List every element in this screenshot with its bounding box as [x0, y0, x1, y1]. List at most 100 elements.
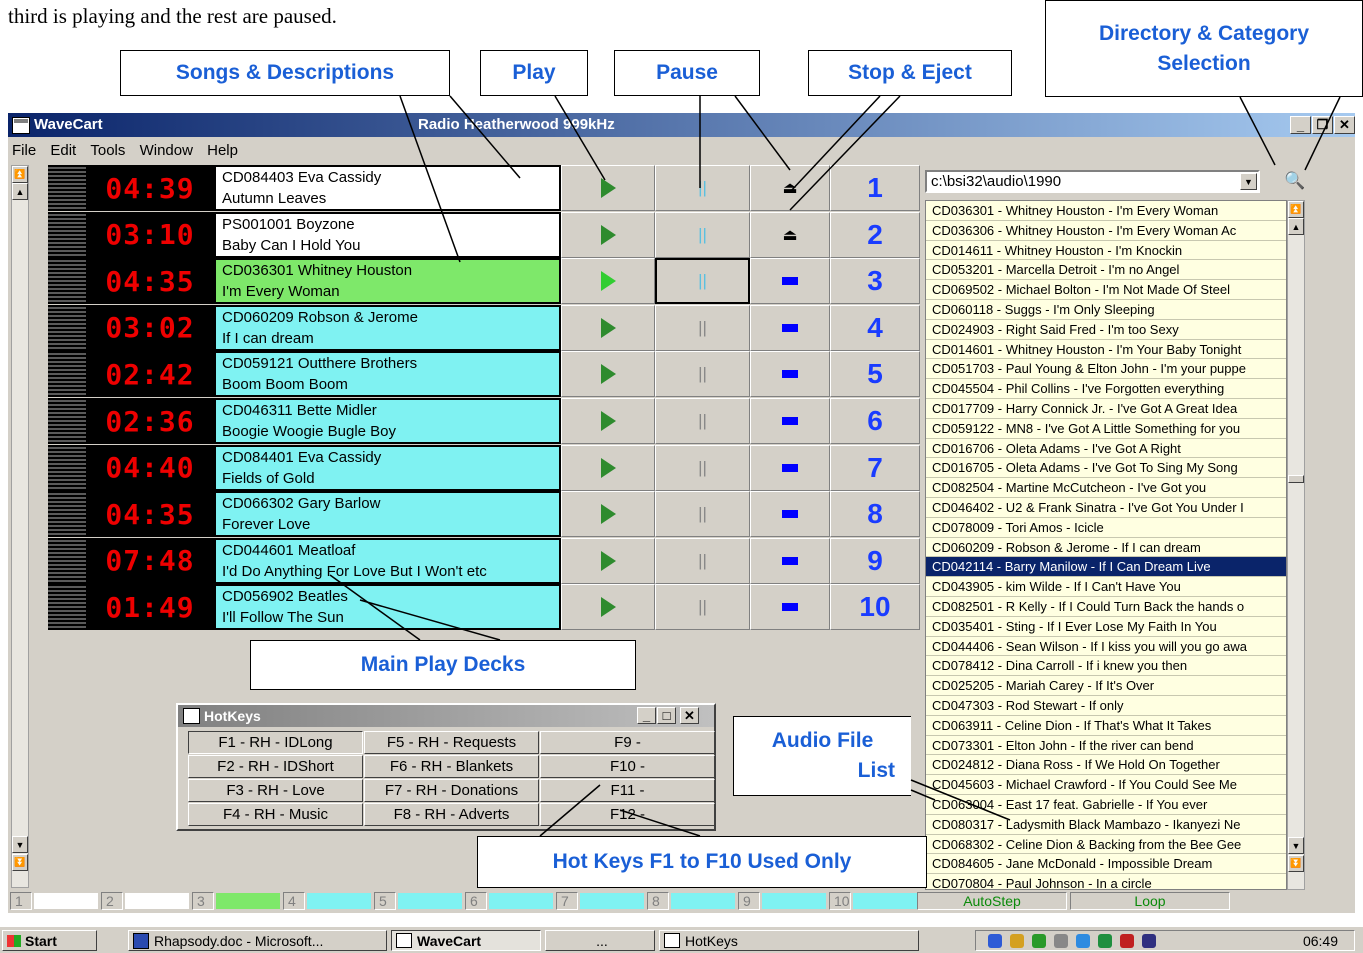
- hotkey-button[interactable]: F1 - RH - IDLong: [188, 731, 363, 754]
- file-list-item[interactable]: CD082504 - Martine McCutcheon - I've Got…: [926, 478, 1286, 498]
- file-list-item[interactable]: CD014601 - Whitney Houston - I'm Your Ba…: [926, 339, 1286, 360]
- autostep-toggle[interactable]: AutoStep: [917, 892, 1067, 910]
- deck-slot-indicator[interactable]: [34, 893, 98, 909]
- file-list-item[interactable]: CD068302 - Celine Dion & Backing from th…: [926, 834, 1286, 855]
- deck-song[interactable]: CD046311 Bette Midler Boogie Woogie Bugl…: [214, 398, 561, 444]
- pause-button[interactable]: ||: [655, 211, 750, 258]
- file-list-item[interactable]: CD016706 - Oleta Adams - I've Got A Righ…: [926, 438, 1286, 459]
- file-list-item[interactable]: CD035401 - Sting - If I Ever Lose My Fai…: [926, 616, 1286, 637]
- file-list-item[interactable]: CD042114 - Barry Manilow - If I Can Drea…: [926, 557, 1286, 578]
- file-list-item[interactable]: CD069502 - Michael Bolton - I'm Not Made…: [926, 280, 1286, 300]
- list-scroll-down-icon[interactable]: ▼: [1288, 837, 1304, 854]
- file-list-item[interactable]: CD051703 - Paul Young & Elton John - I'm…: [926, 359, 1286, 380]
- menu-edit[interactable]: Edit: [46, 139, 82, 159]
- menu-tools[interactable]: Tools: [86, 139, 131, 159]
- play-button[interactable]: [561, 165, 655, 211]
- pause-button[interactable]: ||: [655, 398, 750, 444]
- play-button[interactable]: [561, 444, 655, 491]
- deck-number[interactable]: 8: [830, 491, 920, 538]
- play-button[interactable]: [561, 211, 655, 258]
- deck-number[interactable]: 6: [830, 398, 920, 444]
- pause-button[interactable]: ||: [655, 584, 750, 631]
- list-scroll-thumb[interactable]: [1288, 475, 1304, 483]
- pause-button[interactable]: ||: [655, 258, 750, 305]
- play-button[interactable]: [561, 537, 655, 584]
- deck-song[interactable]: CD036301 Whitney Houston I'm Every Woman: [214, 258, 561, 305]
- list-scroll-bottom-icon[interactable]: ⏬: [1288, 855, 1304, 872]
- deck-slot-indicator[interactable]: [671, 893, 735, 909]
- hotkey-button[interactable]: F4 - RH - Music: [188, 803, 363, 826]
- hotkey-button[interactable]: F5 - RH - Requests: [364, 731, 539, 754]
- file-list-item[interactable]: CD078412 - Dina Carroll - If i knew you …: [926, 656, 1286, 677]
- file-list-item[interactable]: CD060118 - Suggs - I'm Only Sleeping: [926, 299, 1286, 320]
- stop-eject-button[interactable]: ⏏: [750, 165, 830, 211]
- scroll-down-icon[interactable]: ▼: [12, 836, 28, 853]
- list-scroll-up-icon[interactable]: ▲: [1288, 218, 1304, 235]
- deck-number[interactable]: 4: [830, 304, 920, 351]
- file-list-item[interactable]: CD080317 - Ladysmith Black Mambazo - Ika…: [926, 814, 1286, 835]
- list-scroll-top-icon[interactable]: ⏫: [1288, 201, 1304, 218]
- file-list-item[interactable]: CD060209 - Robson & Jerome - If I can dr…: [926, 537, 1286, 558]
- deck-song[interactable]: CD084403 Eva Cassidy Autumn Leaves: [214, 165, 561, 211]
- stop-eject-button[interactable]: [750, 491, 830, 538]
- stop-eject-button[interactable]: [750, 398, 830, 444]
- file-list-item[interactable]: CD070804 - Paul Johnson - In a circle: [926, 874, 1286, 889]
- file-list-item[interactable]: CD059122 - MN8 - I've Got A Little Somet…: [926, 418, 1286, 439]
- file-list-scrollbar[interactable]: ⏫ ▲ ▼ ⏬: [1287, 200, 1305, 890]
- antivirus-icon[interactable]: [1032, 934, 1046, 948]
- stop-eject-button[interactable]: ⏏: [750, 211, 830, 258]
- stop-eject-button[interactable]: [750, 304, 830, 351]
- file-list-item[interactable]: CD036306 - Whitney Houston - I'm Every W…: [926, 220, 1286, 241]
- hotkey-button[interactable]: F6 - RH - Blankets: [364, 755, 539, 778]
- restore-button[interactable]: ❐: [1312, 116, 1333, 134]
- file-list-item[interactable]: CD045603 - Michael Crawford - If You Cou…: [926, 775, 1286, 795]
- deck-number[interactable]: 9: [830, 537, 920, 584]
- minimize-button[interactable]: _: [1290, 116, 1311, 134]
- hotkey-button[interactable]: F7 - RH - Donations: [364, 779, 539, 802]
- file-list-item[interactable]: CD082501 - R Kelly - If I Could Turn Bac…: [926, 596, 1286, 617]
- deck-slot-indicator[interactable]: [307, 893, 371, 909]
- deck-song[interactable]: PS001001 Boyzone Baby Can I Hold You: [214, 211, 561, 258]
- menu-file[interactable]: File: [8, 139, 42, 159]
- stop-eject-button[interactable]: [750, 537, 830, 584]
- file-list-item[interactable]: CD017709 - Harry Connick Jr. - I've Got …: [926, 398, 1286, 419]
- deck-slot-indicator[interactable]: [762, 893, 826, 909]
- display-icon[interactable]: [1076, 934, 1090, 948]
- deck-slot-indicator[interactable]: [580, 893, 644, 909]
- taskbar-item-more[interactable]: ...: [545, 930, 655, 951]
- pause-button[interactable]: ||: [655, 444, 750, 491]
- deck-song[interactable]: CD059121 Outthere Brothers Boom Boom Boo…: [214, 351, 561, 398]
- file-list-item[interactable]: CD025205 - Mariah Carey - If It's Over: [926, 676, 1286, 696]
- audio-file-list[interactable]: CD036301 - Whitney Houston - I'm Every W…: [925, 200, 1287, 890]
- file-list-item[interactable]: CD045504 - Phil Collins - I've Forgotten…: [926, 379, 1286, 399]
- directory-select[interactable]: c:\bsi32\audio\1990 ▼: [925, 170, 1260, 193]
- play-button[interactable]: [561, 398, 655, 444]
- deck-song[interactable]: CD044601 Meatloaf I'd Do Anything For Lo…: [214, 537, 561, 584]
- pause-button[interactable]: ||: [655, 165, 750, 211]
- stop-eject-button[interactable]: [750, 444, 830, 491]
- scroll-top-icon[interactable]: ⏫: [12, 166, 28, 183]
- file-list-item[interactable]: CD053201 - Marcella Detroit - I'm no Ang…: [926, 260, 1286, 281]
- start-button[interactable]: Start: [2, 930, 97, 951]
- network-icon[interactable]: [988, 934, 1002, 948]
- file-list-item[interactable]: CD084605 - Jane McDonald - Impossible Dr…: [926, 854, 1286, 875]
- deck-slot-indicator[interactable]: [125, 893, 189, 909]
- file-list-item[interactable]: CD073301 - Elton John - If the river can…: [926, 735, 1286, 756]
- scheduler-icon[interactable]: [1120, 934, 1134, 948]
- hotkeys-close-button[interactable]: ✕: [680, 707, 699, 724]
- file-list-item[interactable]: CD016705 - Oleta Adams - I've Got To Sin…: [926, 458, 1286, 479]
- pause-button[interactable]: ||: [655, 537, 750, 584]
- deck-slot-indicator[interactable]: [398, 893, 462, 909]
- sync-icon[interactable]: [1010, 934, 1024, 948]
- scroll-bottom-icon[interactable]: ⏬: [12, 854, 28, 871]
- deck-song[interactable]: CD056902 Beatles I'll Follow The Sun: [214, 584, 561, 631]
- file-list-item[interactable]: CD047303 - Rod Stewart - If only: [926, 695, 1286, 716]
- taskbar-item-rhapsody[interactable]: Rhapsody.doc - Microsoft...: [128, 930, 387, 951]
- hotkeys-maximize-button[interactable]: □: [657, 707, 676, 724]
- deck-number[interactable]: 7: [830, 444, 920, 491]
- pause-button[interactable]: ||: [655, 304, 750, 351]
- menu-help[interactable]: Help: [203, 139, 244, 159]
- play-button[interactable]: [561, 491, 655, 538]
- volume-icon[interactable]: [1054, 934, 1068, 948]
- hotkey-button[interactable]: F2 - RH - IDShort: [188, 755, 363, 778]
